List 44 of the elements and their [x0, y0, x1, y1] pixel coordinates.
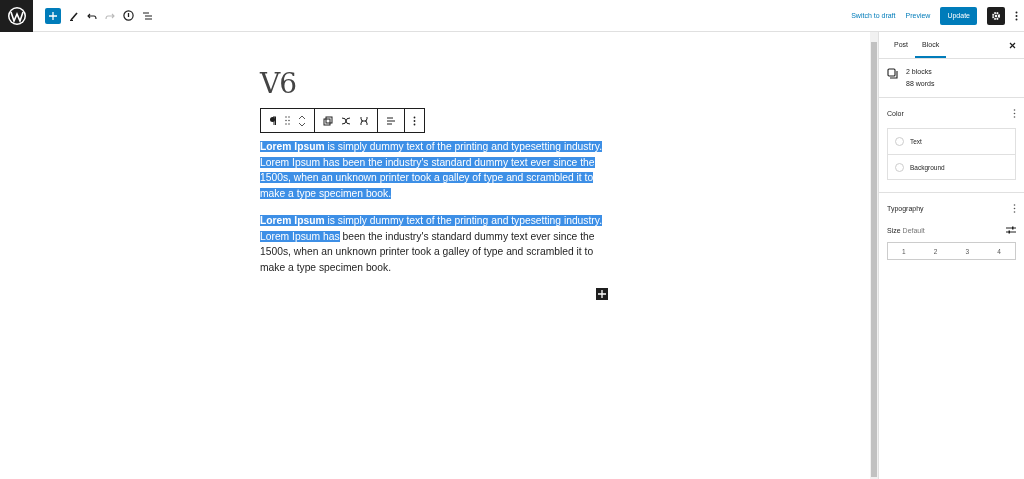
- chevrons-icon: [298, 114, 306, 127]
- paragraph-button[interactable]: [269, 115, 277, 126]
- more-vertical-icon: [1013, 108, 1016, 118]
- info-icon: [123, 10, 134, 21]
- block-options-button[interactable]: [413, 115, 416, 126]
- scrollbar[interactable]: [871, 42, 877, 477]
- list-view-button[interactable]: [142, 10, 153, 21]
- wordpress-logo-icon: [6, 5, 27, 26]
- sliders-icon: [1006, 226, 1016, 234]
- list-icon: [142, 10, 153, 21]
- copy-icon: [887, 68, 898, 79]
- custom-size-button[interactable]: [1006, 226, 1016, 234]
- align-button[interactable]: [386, 115, 396, 126]
- more-vertical-icon: [1013, 203, 1016, 213]
- settings-button[interactable]: [987, 6, 1005, 25]
- panel-options-button[interactable]: [1013, 203, 1016, 213]
- empty-swatch-icon: [895, 137, 904, 146]
- merge-icon: [341, 115, 351, 126]
- paragraph: Lorem Ipsum is simply dummy text of the printing and typesetting industry. Lorem Ipsum has been the industry's standard dummy text ever since the 1500s, when an unknown printer took a galley of type and scrambled it to make a type specimen book.: [260, 214, 604, 275]
- edit-tool-button[interactable]: [69, 10, 79, 21]
- pilcrow-icon: [269, 115, 277, 126]
- paragraph: Lorem Ipsum is simply dummy text of the printing and typesetting industry. Lorem Ipsum has been the industry's standard dummy text ever since the 1500s, when an unknown printer took a galley of type and scrambled it to make a type specimen book.: [260, 140, 604, 201]
- split-button[interactable]: [359, 115, 369, 126]
- drag-icon: [285, 116, 290, 125]
- group-button[interactable]: [323, 115, 333, 126]
- split-icon: [359, 115, 369, 126]
- move-button[interactable]: [298, 114, 306, 127]
- drag-handle[interactable]: [285, 116, 290, 125]
- plus-icon: [49, 11, 57, 20]
- align-left-icon: [386, 115, 396, 126]
- merge-button[interactable]: [341, 115, 351, 126]
- more-vertical-icon: [1015, 10, 1018, 21]
- plus-icon: [598, 290, 606, 298]
- more-options-button[interactable]: [1015, 10, 1018, 21]
- more-vertical-icon: [413, 115, 416, 126]
- settings-icon: [991, 10, 1001, 21]
- pencil-icon: [69, 10, 79, 21]
- close-icon: [1009, 41, 1016, 49]
- panel-options-button[interactable]: [1013, 108, 1016, 118]
- stack-icon: [323, 115, 333, 126]
- empty-swatch-icon: [895, 162, 904, 172]
- add-block-button[interactable]: [596, 288, 608, 300]
- post-title[interactable]: V6: [260, 67, 297, 101]
- info-button[interactable]: [123, 10, 134, 21]
